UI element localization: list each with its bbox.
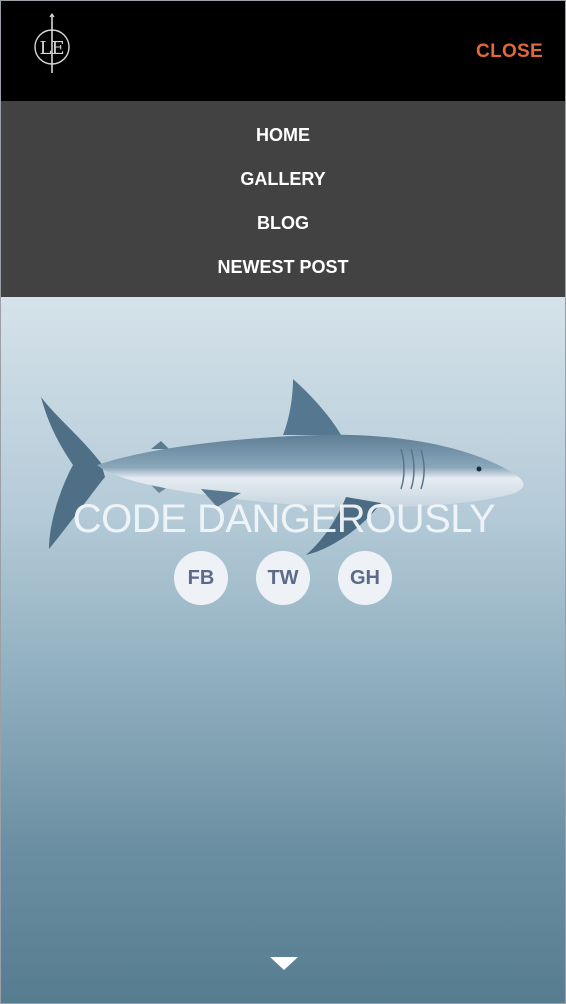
menu-item-blog[interactable]: BLOG [1,213,565,234]
facebook-link[interactable]: FB [174,551,228,605]
social-links: FB TW GH [1,551,565,607]
github-link[interactable]: GH [338,551,392,605]
logo-icon[interactable]: LE [31,13,73,75]
logo-text: LE [39,38,64,59]
hero-section: CODE DANGEROUSLY FB TW GH [1,297,565,1003]
menu-item-home[interactable]: HOME [1,125,565,146]
hero-tagline: CODE DANGEROUSLY [72,497,496,541]
chevron-down-icon[interactable] [270,957,298,970]
page: LE CLOSE HOME GALLERY BLOG NEWEST POST C… [0,0,566,1004]
menu-item-gallery[interactable]: GALLERY [1,169,565,190]
top-bar: LE CLOSE [1,1,565,101]
nav-menu: HOME GALLERY BLOG NEWEST POST [1,101,565,297]
twitter-link[interactable]: TW [256,551,310,605]
menu-item-newest-post[interactable]: NEWEST POST [1,257,565,278]
close-menu-button[interactable]: CLOSE [476,41,543,63]
